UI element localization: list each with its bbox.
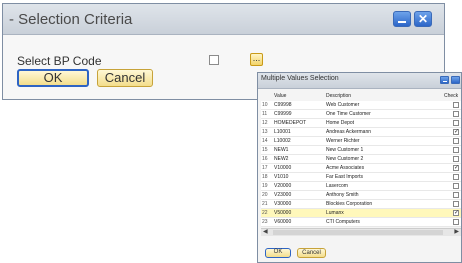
multiple-values-selection-window: Multiple Values Selection Value Descript… (257, 72, 462, 263)
row-number: 11 (262, 111, 268, 117)
scroll-right-icon[interactable]: ▶ (454, 229, 459, 236)
mvs-titlebar[interactable]: Multiple Values Selection (258, 73, 461, 89)
row-checkbox[interactable] (453, 120, 459, 126)
row-checkbox[interactable] (453, 156, 459, 162)
row-value: V50000 (274, 210, 292, 216)
row-description: Lumanx (326, 210, 344, 216)
row-checkbox[interactable] (453, 174, 459, 180)
close-icon: ✕ (417, 12, 429, 26)
minimize-button[interactable] (393, 11, 411, 27)
table-row[interactable]: 21 V30000 Blockies Corporation (261, 200, 461, 209)
row-value: L10001 (274, 129, 291, 135)
row-description: Werner Richter (326, 138, 360, 144)
row-value: C99999 (274, 111, 292, 117)
row-value: V30000 (274, 201, 292, 207)
row-number: 21 (262, 201, 268, 207)
row-number: 15 (262, 147, 268, 153)
grid-header: Value Description Check (261, 92, 461, 100)
row-description: Web Customer (326, 102, 360, 108)
table-row[interactable]: 18 V1010 Far East Imports (261, 173, 461, 182)
row-number: 10 (262, 102, 268, 108)
row-checkbox[interactable]: ✓ (453, 165, 459, 171)
row-description: New Customer 1 (326, 147, 364, 153)
row-description: Home Depot (326, 120, 355, 126)
row-description: Anthony Smith (326, 192, 359, 198)
ok-button[interactable]: OK (17, 69, 89, 87)
window-title: - Selection Criteria (9, 11, 133, 28)
row-checkbox[interactable] (453, 138, 459, 144)
row-description: New Customer 2 (326, 156, 364, 162)
ellipsis-button[interactable]: ... (250, 53, 263, 66)
row-description: One Time Customer (326, 111, 371, 117)
mvs-minimize-button[interactable] (440, 76, 449, 84)
row-description: CTI Computers (326, 219, 360, 225)
row-number: 19 (262, 183, 268, 189)
row-value: NEW1 (274, 147, 289, 153)
table-row[interactable]: 22 V50000 Lumanx ✓ (261, 209, 461, 218)
header-description[interactable]: Description (326, 93, 351, 99)
minimize-icon (398, 21, 406, 23)
row-description: Blockies Corporation (326, 201, 373, 207)
table-row[interactable]: 20 V23000 Anthony Smith (261, 191, 461, 200)
row-number: 13 (262, 129, 268, 135)
header-check[interactable]: Check (444, 93, 458, 99)
row-description: Acme Associates (326, 165, 365, 171)
row-number: 12 (262, 120, 268, 126)
row-checkbox[interactable] (453, 102, 459, 108)
mvs-title: Multiple Values Selection (261, 75, 339, 82)
table-row[interactable]: 11 C99999 One Time Customer (261, 110, 461, 119)
table-row[interactable]: 23 V60000 CTI Computers (261, 218, 461, 227)
table-row[interactable]: 13 L10001 Andreas Ackermann ✓ (261, 128, 461, 137)
bp-code-checkbox[interactable] (209, 55, 219, 65)
row-number: 20 (262, 192, 268, 198)
row-checkbox[interactable] (453, 111, 459, 117)
row-number: 23 (262, 219, 268, 225)
close-button[interactable]: ✕ (414, 11, 432, 27)
scroll-left-icon[interactable]: ◀ (263, 229, 268, 236)
row-number: 14 (262, 138, 268, 144)
horizontal-scrollbar[interactable]: ◀ ▶ (261, 228, 461, 236)
row-checkbox[interactable] (453, 147, 459, 153)
bp-code-label: Select BP Code (17, 54, 102, 68)
row-checkbox[interactable] (453, 219, 459, 225)
minimize-icon (443, 81, 447, 82)
scroll-thumb[interactable] (273, 230, 443, 235)
table-row[interactable]: 16 NEW2 New Customer 2 (261, 155, 461, 164)
table-row[interactable]: 19 V20000 Lasercom (261, 182, 461, 191)
row-checkbox[interactable] (453, 192, 459, 198)
row-checkbox[interactable] (453, 183, 459, 189)
cancel-button[interactable]: Cancel (97, 69, 153, 87)
header-value[interactable]: Value (274, 93, 286, 99)
table-row[interactable]: 15 NEW1 New Customer 1 (261, 146, 461, 155)
mvs-maximize-button[interactable] (451, 76, 460, 84)
row-value: NEW2 (274, 156, 289, 162)
row-value: V20000 (274, 183, 292, 189)
row-number: 22 (262, 210, 268, 216)
table-row[interactable]: 10 C99998 Web Customer (261, 101, 461, 110)
mvs-cancel-button[interactable]: Cancel (297, 248, 326, 258)
mvs-ok-button[interactable]: OK (265, 248, 291, 258)
row-number: 16 (262, 156, 268, 162)
row-number: 17 (262, 165, 268, 171)
row-description: Far East Imports (326, 174, 363, 180)
row-description: Lasercom (326, 183, 348, 189)
selection-criteria-titlebar[interactable]: - Selection Criteria ✕ (3, 4, 444, 35)
row-value: HOMEDEPOT (274, 120, 307, 126)
row-value: V60000 (274, 219, 292, 225)
table-row[interactable]: 14 L10002 Werner Richter (261, 137, 461, 146)
table-row[interactable]: 12 HOMEDEPOT Home Depot (261, 119, 461, 128)
row-checkbox[interactable] (453, 201, 459, 207)
row-checkbox[interactable]: ✓ (453, 210, 459, 216)
row-number: 18 (262, 174, 268, 180)
row-value: C99998 (274, 102, 292, 108)
row-value: L10002 (274, 138, 291, 144)
row-description: Andreas Ackermann (326, 129, 372, 135)
row-value: V23000 (274, 192, 292, 198)
row-checkbox[interactable]: ✓ (453, 129, 459, 135)
table-row[interactable]: 17 V10000 Acme Associates ✓ (261, 164, 461, 173)
row-value: V1010 (274, 174, 289, 180)
row-value: V10000 (274, 165, 292, 171)
